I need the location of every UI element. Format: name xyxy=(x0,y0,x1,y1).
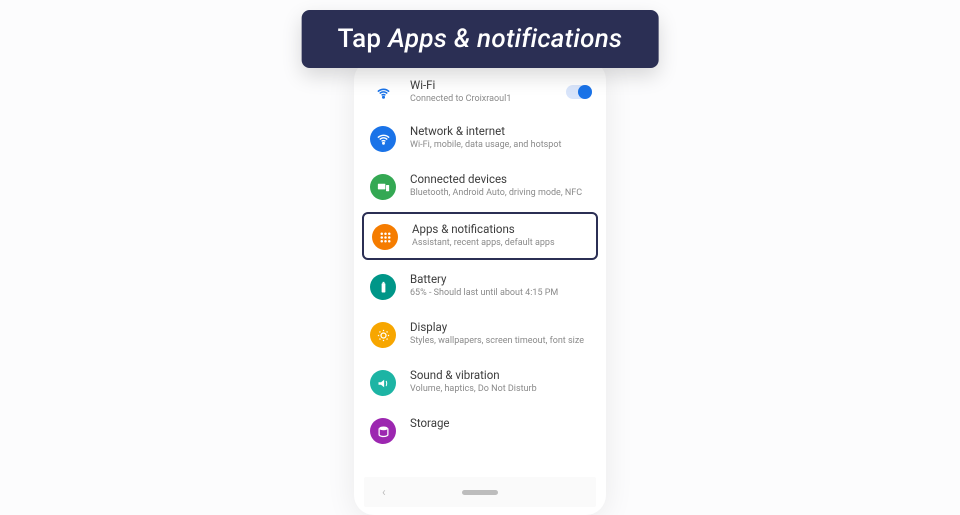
settings-row-sound[interactable]: Sound & vibration Volume, haptics, Do No… xyxy=(354,358,606,406)
settings-text: Wi-Fi Connected to Croixraoul1 xyxy=(410,78,558,106)
network-sub: Wi-Fi, mobile, data usage, and hotspot xyxy=(410,140,592,152)
apps-icon xyxy=(372,224,398,250)
sound-icon xyxy=(370,370,396,396)
phone-frame: Wi-Fi Connected to Croixraoul1 Network &… xyxy=(354,60,606,515)
settings-list: Wi-Fi Connected to Croixraoul1 Network &… xyxy=(354,60,606,433)
settings-row-wifi[interactable]: Wi-Fi Connected to Croixraoul1 xyxy=(354,72,606,114)
instruction-banner: Tap Apps & notifications xyxy=(302,10,659,68)
connected-sub: Bluetooth, Android Auto, driving mode, N… xyxy=(410,188,592,200)
settings-row-apps[interactable]: Apps & notifications Assistant, recent a… xyxy=(372,222,590,250)
home-pill[interactable] xyxy=(462,490,498,495)
wifi-title: Wi-Fi xyxy=(410,78,558,93)
storage-icon xyxy=(370,418,396,444)
devices-icon xyxy=(370,174,396,200)
settings-text: Battery 65% - Should last until about 4:… xyxy=(410,272,592,300)
banner-prefix: Tap xyxy=(338,24,388,54)
battery-icon xyxy=(370,274,396,300)
wifi-sub: Connected to Croixraoul1 xyxy=(410,94,558,106)
apps-title: Apps & notifications xyxy=(412,222,590,237)
highlight-apps-notifications: Apps & notifications Assistant, recent a… xyxy=(362,212,598,260)
settings-row-display[interactable]: Display Styles, wallpapers, screen timeo… xyxy=(354,310,606,358)
display-title: Display xyxy=(410,320,592,335)
battery-sub: 65% - Should last until about 4:15 PM xyxy=(410,288,592,300)
apps-sub: Assistant, recent apps, default apps xyxy=(412,238,590,250)
display-sub: Styles, wallpapers, screen timeout, font… xyxy=(410,336,592,348)
network-title: Network & internet xyxy=(410,124,592,139)
storage-title: Storage xyxy=(410,416,592,431)
back-button[interactable]: ‹ xyxy=(382,485,386,499)
battery-title: Battery xyxy=(410,272,592,287)
banner-target: Apps & notifications xyxy=(388,24,622,54)
sound-title: Sound & vibration xyxy=(410,368,592,383)
network-icon xyxy=(370,126,396,152)
settings-row-storage[interactable]: Storage xyxy=(354,406,606,433)
wifi-toggle[interactable] xyxy=(566,85,592,99)
wifi-icon xyxy=(370,80,396,106)
settings-row-battery[interactable]: Battery 65% - Should last until about 4:… xyxy=(354,262,606,310)
display-icon xyxy=(370,322,396,348)
settings-text: Network & internet Wi-Fi, mobile, data u… xyxy=(410,124,592,152)
settings-text: Storage xyxy=(410,416,592,431)
settings-row-network[interactable]: Network & internet Wi-Fi, mobile, data u… xyxy=(354,114,606,162)
settings-row-connected[interactable]: Connected devices Bluetooth, Android Aut… xyxy=(354,162,606,210)
settings-text: Sound & vibration Volume, haptics, Do No… xyxy=(410,368,592,396)
bottom-nav-bar: ‹ xyxy=(364,477,596,507)
sound-sub: Volume, haptics, Do Not Disturb xyxy=(410,384,592,396)
settings-text: Display Styles, wallpapers, screen timeo… xyxy=(410,320,592,348)
settings-text: Apps & notifications Assistant, recent a… xyxy=(412,222,590,250)
connected-title: Connected devices xyxy=(410,172,592,187)
settings-text: Connected devices Bluetooth, Android Aut… xyxy=(410,172,592,200)
